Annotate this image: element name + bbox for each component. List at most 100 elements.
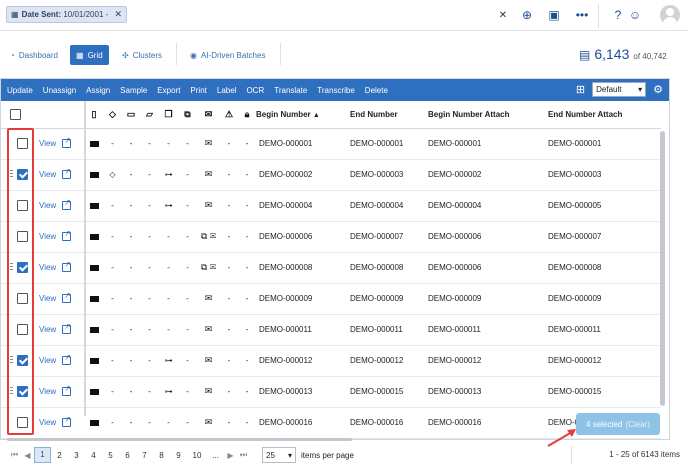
notifications-icon[interactable]: ☺ (627, 7, 643, 23)
note-icon[interactable]: ▱ (140, 101, 159, 129)
document-count-total: of 40,742 (633, 52, 667, 61)
end-number-header[interactable]: End Number (344, 101, 420, 129)
tag-icon: ◇ (109, 170, 116, 179)
table-row[interactable]: View---⊶-✉--DEMO-000013DEMO-000015DEMO-0… (1, 376, 661, 408)
tag-cell: - (103, 283, 122, 315)
page-3[interactable]: 3 (68, 451, 85, 460)
clear-selection-link[interactable]: (Clear) (626, 420, 650, 429)
update-button[interactable]: Update (7, 86, 33, 95)
horizontal-scrollbar[interactable] (7, 438, 352, 441)
thread-cell: ⧉ ✉ (197, 221, 220, 253)
warning-icon[interactable]: ⚠ (220, 101, 238, 129)
crosshair-icon[interactable]: ⊕ (519, 7, 535, 23)
view-link[interactable]: View (39, 353, 85, 365)
tab-clusters[interactable]: ✣ Clusters (116, 45, 168, 65)
end-number-cell: DEMO-000004 (344, 190, 420, 222)
page-4[interactable]: 4 (85, 451, 102, 460)
selection-count-pill[interactable]: 4 selected (Clear) (576, 413, 660, 435)
more-icon[interactable]: ••• (574, 7, 590, 23)
unassign-button[interactable]: Unassign (43, 86, 76, 95)
last-page-icon[interactable]: ⏭ (237, 450, 250, 460)
email-thread-icon: ✉ (204, 169, 213, 179)
table-row[interactable]: View-----✉--DEMO-000011DEMO-000011DEMO-0… (1, 314, 661, 346)
export-button[interactable]: Export (157, 86, 180, 95)
email-thread-icon[interactable]: ✉ (197, 101, 220, 129)
page-ellipsis[interactable]: ... (207, 451, 224, 460)
tag-cell: - (103, 345, 122, 377)
page-2[interactable]: 2 (51, 451, 68, 460)
begin-number-header[interactable]: Begin Number ▲ (256, 101, 344, 129)
view-link[interactable]: View (39, 415, 85, 427)
note-cell: - (140, 283, 159, 315)
view-link[interactable]: View (39, 136, 85, 148)
table-row[interactable]: View---⊶-✉--DEMO-000004DEMO-000004DEMO-0… (1, 190, 661, 222)
vertical-scrollbar[interactable] (660, 131, 665, 406)
page-10[interactable]: 10 (187, 451, 207, 460)
ocr-button[interactable]: OCR (246, 86, 264, 95)
view-link[interactable]: View (39, 291, 85, 303)
begin-attach-header[interactable]: Begin Number Attach (420, 101, 534, 129)
filter-chip-date-sent[interactable]: ▦ Date Sent: 10/01/2001 - 1... ✕ (6, 6, 127, 23)
lock-cell: - (238, 252, 256, 284)
comment-icon[interactable]: ▭ (122, 101, 140, 129)
delete-button[interactable]: Delete (365, 86, 388, 95)
begin-attach-cell: DEMO-000016 (420, 407, 534, 439)
assign-button[interactable]: Assign (86, 86, 110, 95)
page-1[interactable]: 1 (34, 447, 51, 463)
prev-page-icon[interactable]: ◀ (21, 451, 34, 460)
label-button[interactable]: Label (217, 86, 237, 95)
save-icon[interactable]: ▣ (546, 7, 562, 23)
view-link[interactable]: View (39, 322, 85, 334)
column-layout-icon[interactable]: ⊞ (576, 83, 585, 96)
end-number-cell: DEMO-000003 (344, 159, 420, 191)
select-all-checkbox[interactable] (10, 108, 21, 120)
tag-icon[interactable]: ◇ (103, 101, 122, 129)
tab-dashboard[interactable]: ◔ Dashboard (4, 45, 64, 65)
email-thread-icon: ✉ (204, 138, 213, 148)
view-link[interactable]: View (39, 167, 85, 179)
tab-ai-batches[interactable]: ◉ AI-Driven Batches (184, 45, 271, 65)
clear-search-icon[interactable]: ✕ (495, 7, 511, 23)
email-icon (89, 358, 99, 365)
table-row[interactable]: View◇--⊶-✉--DEMO-000002DEMO-000003DEMO-0… (1, 159, 661, 191)
tab-grid[interactable]: ▦ Grid (70, 45, 109, 65)
email-thread-icon: ✉ (204, 293, 213, 303)
sample-button[interactable]: Sample (120, 86, 147, 95)
duplicate-icon[interactable]: ❐ (159, 101, 178, 129)
page-7[interactable]: 7 (136, 451, 153, 460)
help-icon[interactable]: ? (610, 7, 626, 23)
external-link-icon (62, 384, 72, 396)
transcribe-button[interactable]: Transcribe (317, 86, 355, 95)
page-9[interactable]: 9 (170, 451, 187, 460)
bulb-icon: ◉ (190, 50, 197, 60)
gear-icon[interactable]: ⚙ (653, 83, 663, 96)
page-5[interactable]: 5 (102, 451, 119, 460)
view-link[interactable]: View (39, 260, 85, 272)
view-cell: View (39, 376, 85, 408)
per-page-select[interactable]: 25 ▾ (262, 447, 296, 463)
print-button[interactable]: Print (190, 86, 206, 95)
remove-filter-icon[interactable]: ✕ (114, 9, 122, 20)
table-row[interactable]: View-----⧉ ✉--DEMO-000008DEMO-000008DEMO… (1, 252, 661, 284)
end-attach-header[interactable]: End Number Attach (534, 101, 661, 129)
table-row[interactable]: View-----✉--DEMO-000001DEMO-000001DEMO-0… (1, 128, 661, 160)
lock-icon[interactable]: 🔒︎ (238, 101, 256, 129)
page-6[interactable]: 6 (119, 451, 136, 460)
translate-button[interactable]: Translate (274, 86, 307, 95)
begin-number-header-label: Begin Number (256, 109, 311, 119)
type-cell (85, 252, 103, 284)
duplicate-cell: - (178, 159, 197, 191)
view-link[interactable]: View (39, 198, 85, 210)
layout-select[interactable]: Default ▾ (592, 82, 647, 97)
table-row[interactable]: View-----✉--DEMO-000009DEMO-000009DEMO-0… (1, 283, 661, 315)
avatar[interactable] (660, 5, 680, 25)
table-row[interactable]: View---⊶-✉--DEMO-000012DEMO-000012DEMO-0… (1, 345, 661, 377)
view-link[interactable]: View (39, 229, 85, 241)
table-row[interactable]: View-----⧉ ✉--DEMO-000006DEMO-000007DEMO… (1, 221, 661, 253)
document-icon[interactable]: ▯ (85, 101, 103, 129)
attachment-icon[interactable]: ⧉ (178, 101, 197, 129)
page-8[interactable]: 8 (153, 451, 170, 460)
next-page-icon[interactable]: ▶ (224, 451, 237, 460)
view-link[interactable]: View (39, 384, 85, 396)
first-page-icon[interactable]: ⏮ (8, 450, 21, 460)
